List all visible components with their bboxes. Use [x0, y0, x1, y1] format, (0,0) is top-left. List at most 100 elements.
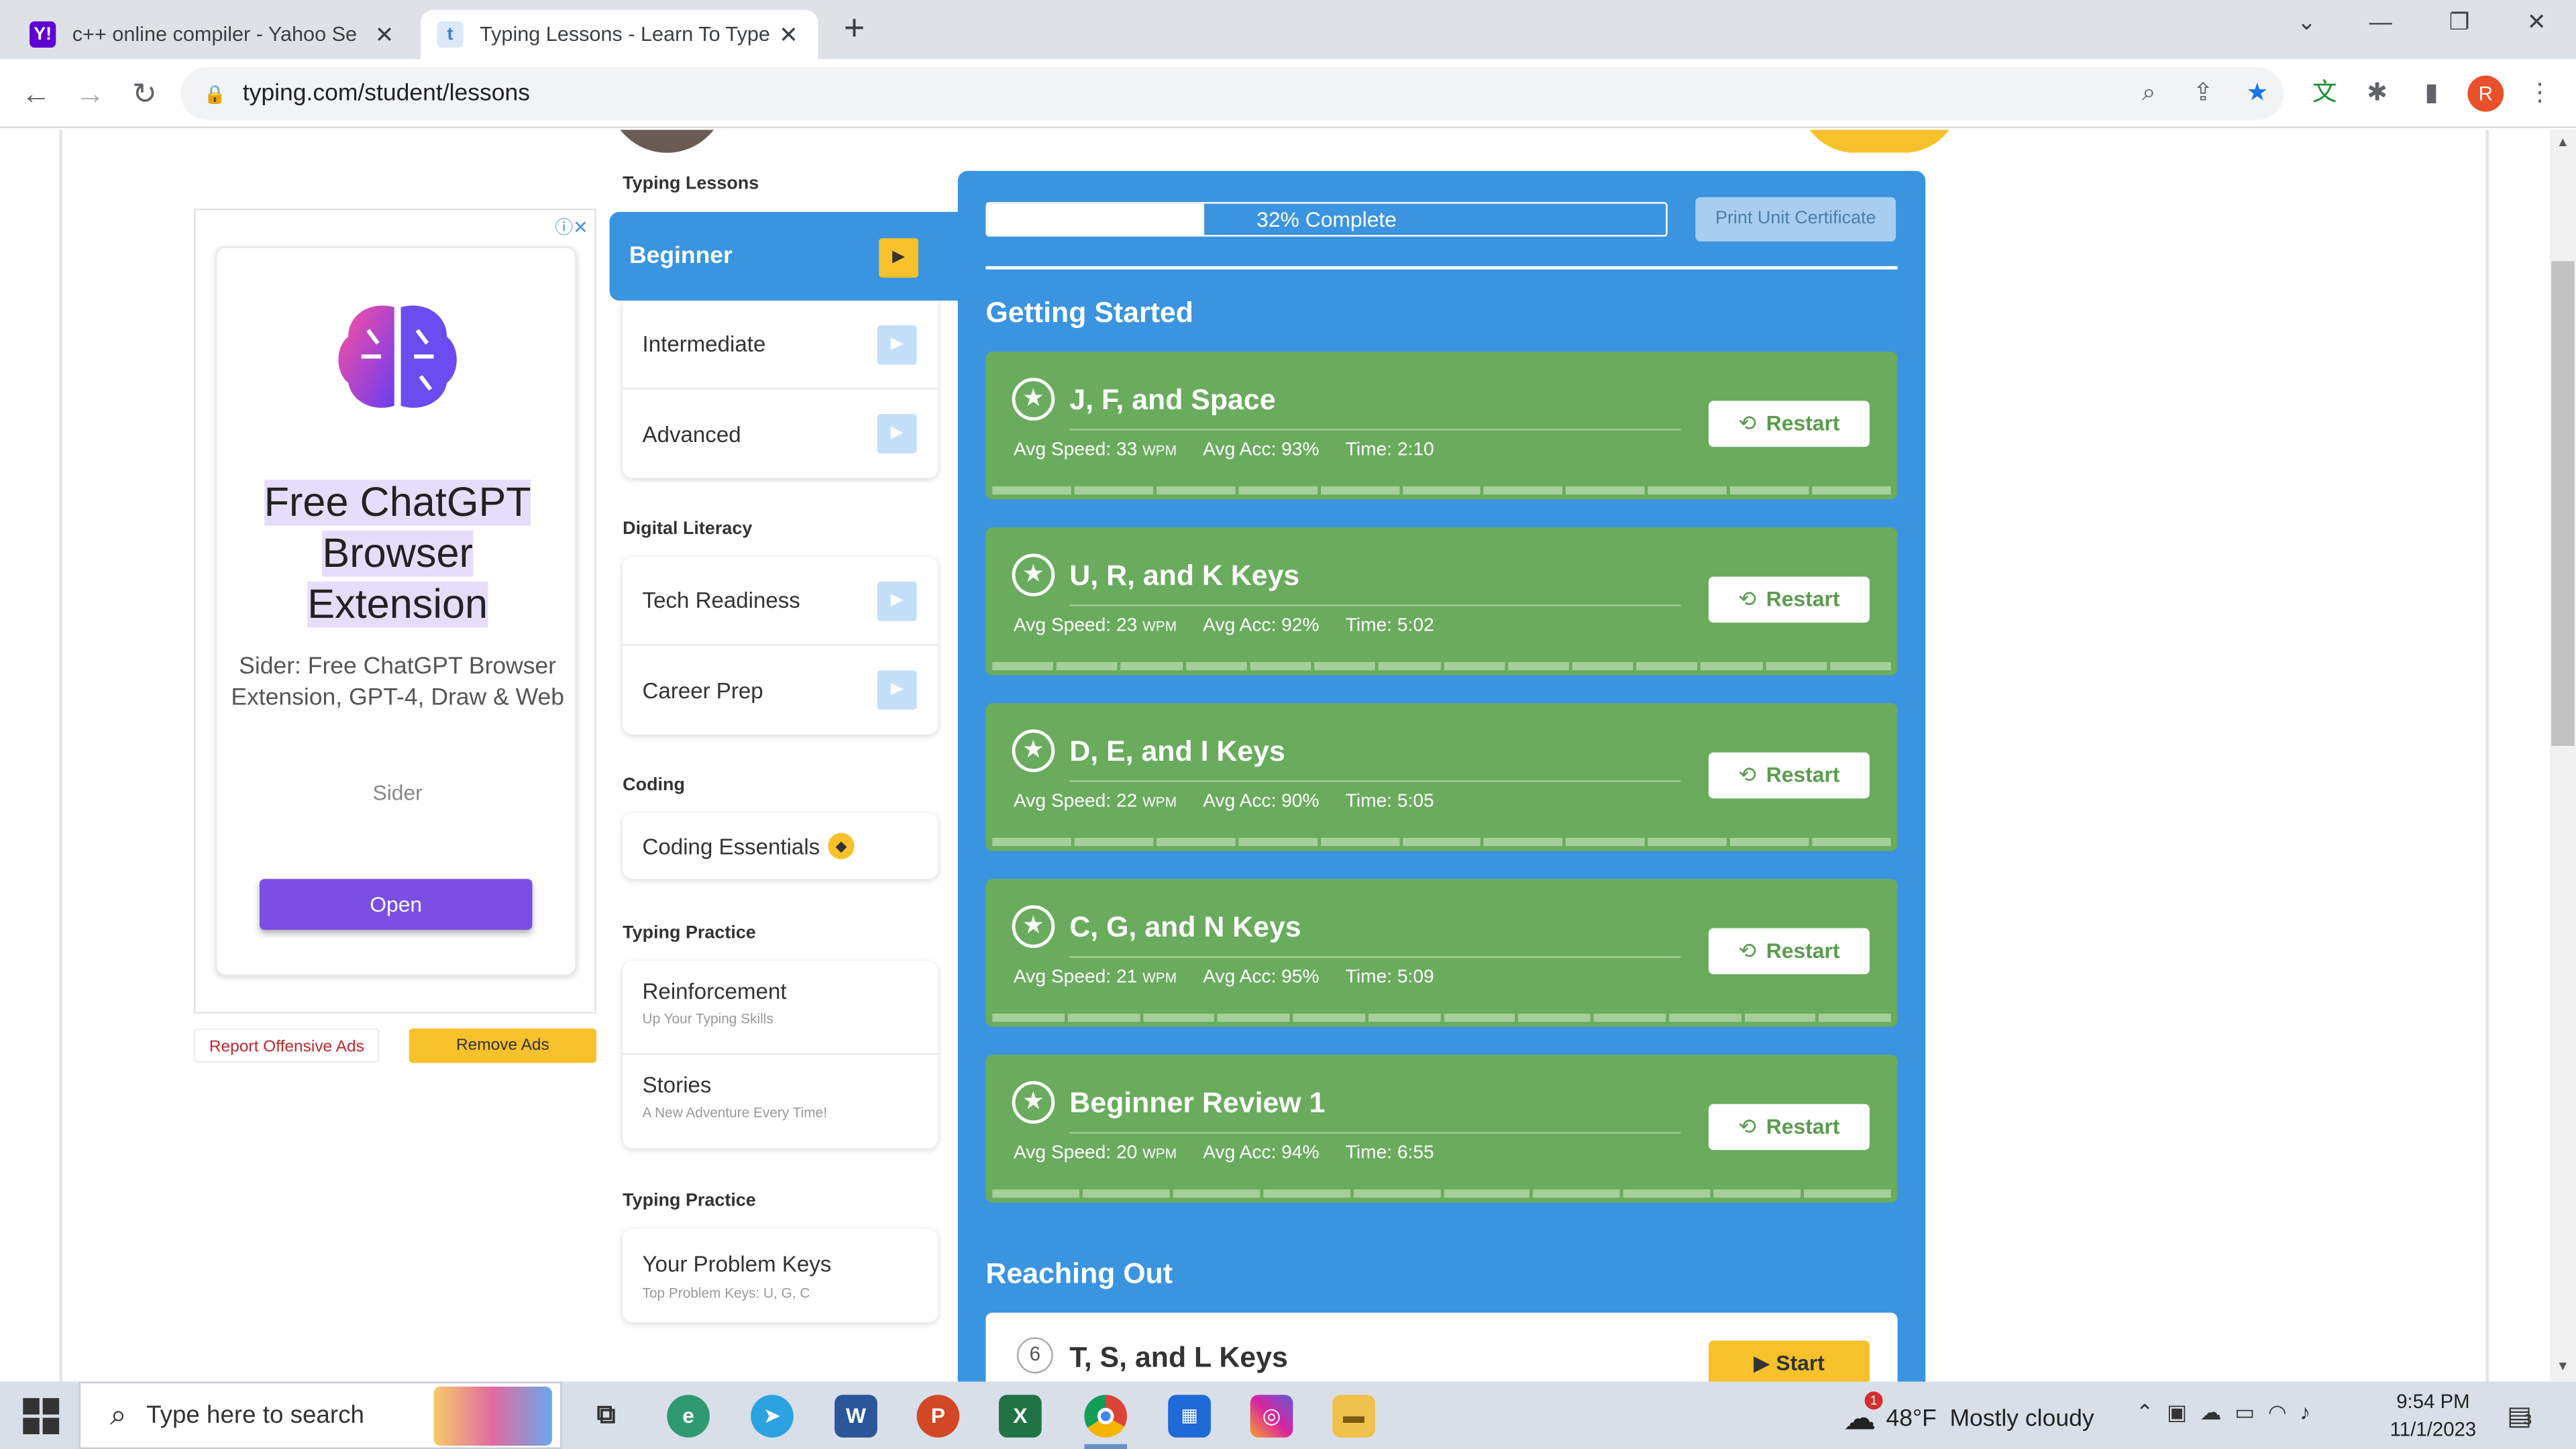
progress-segment [1082, 1189, 1170, 1198]
nav-item-beginner[interactable]: Beginner ▶ [609, 211, 961, 301]
nav-item-career-prep[interactable]: Career Prep ▶ [623, 645, 938, 734]
restart-button[interactable]: ⟲ Restart [1708, 1104, 1870, 1150]
restart-button[interactable]: ⟲ Restart [1708, 928, 1870, 975]
translate-icon[interactable]: 文 [2306, 76, 2343, 112]
print-certificate-button[interactable]: Print Unit Certificate [1695, 197, 1896, 242]
nav-group-typing-lessons: Intermediate ▶ Advanced ▶ [623, 301, 938, 478]
instagram-icon[interactable]: ◎ [1250, 1395, 1293, 1438]
scrollbar-thumb[interactable] [2551, 261, 2575, 746]
share-icon[interactable]: ⇪ [2185, 76, 2221, 112]
onedrive-icon[interactable]: ☁ [2200, 1400, 2235, 1425]
remove-ads-button[interactable]: Remove Ads [409, 1028, 596, 1063]
forward-icon[interactable]: → [69, 72, 112, 115]
nav-group-problem-keys: Your Problem Keys Top Problem Keys: U, G… [623, 1228, 938, 1323]
extensions-icon[interactable]: ✱ [2359, 76, 2396, 112]
lesson-title: D, E, and I Keys [1069, 734, 1285, 767]
lesson-time: Time: 6:55 [1345, 1143, 1434, 1163]
lesson-card[interactable]: ★ U, R, and K Keys Avg Speed: 23 WPM Avg Ac… [985, 527, 1898, 676]
restart-button[interactable]: ⟲ Restart [1708, 400, 1870, 447]
restart-button[interactable]: ⟲ Restart [1708, 576, 1870, 623]
weather-desc: Mostly cloudy [1949, 1405, 2094, 1432]
ad-open-button[interactable]: Open [259, 879, 533, 930]
new-tab-button[interactable]: + [835, 9, 874, 50]
system-tray[interactable]: ⌃▣☁▭◠♪ [2136, 1400, 2324, 1426]
taskbar-search-box[interactable]: ⌕ Type here to search [78, 1381, 562, 1449]
section-heading-coding: Coding [623, 775, 685, 796]
progress-segment [1156, 837, 1235, 847]
volume-icon[interactable]: ♪ [2300, 1400, 2324, 1425]
taskbar-clock[interactable]: 9:54 PM 11/1/2023 [2375, 1388, 2490, 1444]
minimize-icon[interactable]: — [2359, 8, 2402, 44]
nav-item-reinforcement[interactable]: Reinforcement Up Your Typing Skills [623, 961, 938, 1055]
lesson-card[interactable]: ★ C, G, and N Keys Avg Speed: 21 WPM Avg Ac… [985, 879, 1898, 1027]
bookmark-star-icon[interactable]: ★ [2239, 76, 2275, 112]
nav-item-intermediate[interactable]: Intermediate ▶ [623, 301, 938, 390]
nav-item-coding-essentials[interactable]: Coding Essentials ◆ [623, 813, 938, 879]
close-tab-icon[interactable]: ✕ [371, 21, 397, 49]
weather-widget[interactable]: ☁ 1 48°F Mostly cloudy [1843, 1391, 2094, 1439]
notification-count: 3 [2523, 1411, 2532, 1428]
lesson-progress-segments [992, 661, 1891, 671]
nav-item-stories[interactable]: Stories A New Adventure Every Time! [623, 1055, 938, 1148]
lesson-card[interactable]: ★ D, E, and I Keys Avg Speed: 22 WPM Avg Ac… [985, 703, 1898, 851]
scroll-up-icon[interactable]: ▲ [2557, 135, 2569, 150]
nav-item-tech-readiness[interactable]: Tech Readiness ▶ [623, 557, 938, 646]
notification-icon[interactable]: ▤3 [2507, 1400, 2532, 1433]
nav-group-digital-literacy: Tech Readiness ▶ Career Prep ▶ [623, 557, 938, 735]
progress-label: 32% Complete [1256, 207, 1397, 232]
page-scrollbar[interactable]: ▲ ▼ [2549, 129, 2576, 1382]
advertisement: ⓘ✕ Free ChatGPT Browser Extension Sider:… [193, 209, 596, 1014]
typing-favicon-icon: t [437, 21, 464, 48]
ad-card[interactable]: Free ChatGPT Browser Extension Sider: Fr… [215, 246, 577, 976]
nav-label: Career Prep [642, 678, 763, 702]
close-tab-icon[interactable]: ✕ [775, 21, 802, 49]
progress-segment [1379, 661, 1440, 671]
excel-icon[interactable]: X [998, 1395, 1042, 1438]
nav-sublabel: Top Problem Keys: U, G, C [642, 1285, 810, 1301]
chrome-icon[interactable] [1084, 1395, 1128, 1438]
progress-segment [1218, 1014, 1290, 1022]
file-explorer-icon[interactable]: ▬ [1332, 1395, 1375, 1438]
close-window-icon[interactable]: ✕ [2515, 8, 2558, 44]
progress-segment [1812, 837, 1891, 847]
profile-avatar[interactable]: R [2467, 75, 2504, 112]
wifi-icon[interactable]: ◠ [2268, 1400, 2300, 1425]
address-bar[interactable]: 🔒 typing.com/student/lessons [180, 67, 2284, 120]
restore-icon[interactable]: ❐ [2438, 8, 2481, 44]
windows-start-icon[interactable] [23, 1398, 60, 1434]
chevron-up-icon[interactable]: ⌃ [2136, 1400, 2167, 1425]
nav-item-problem-keys[interactable]: Your Problem Keys Top Problem Keys: U, G… [623, 1229, 938, 1323]
start-label: Start [1776, 1350, 1825, 1375]
lesson-card[interactable]: ★ Beginner Review 1 Avg Speed: 20 WPM Avg A… [985, 1055, 1898, 1203]
start-button[interactable]: ▶ Start [1708, 1340, 1870, 1382]
unit-title: Reaching Out [985, 1256, 1173, 1290]
nav-item-advanced[interactable]: Advanced ▶ [623, 389, 938, 478]
telegram-icon[interactable]: ➤ [751, 1395, 794, 1438]
zoom-icon[interactable]: ⌕ [2131, 76, 2167, 112]
powerpoint-icon[interactable]: P [916, 1395, 960, 1438]
task-view-icon[interactable]: ⧉ [585, 1395, 628, 1438]
restart-icon: ⟲ [1738, 938, 1757, 963]
meet-icon[interactable]: ▣ [2167, 1400, 2200, 1425]
scroll-down-icon[interactable]: ▼ [2557, 1358, 2569, 1373]
edge-icon[interactable]: e [667, 1395, 710, 1438]
battery-icon[interactable]: ▭ [2235, 1400, 2268, 1425]
restart-button[interactable]: ⟲ Restart [1708, 752, 1870, 799]
ad-subtitle: Sider: Free ChatGPT Browser Extension, G… [231, 653, 565, 712]
menu-icon[interactable]: ⋮ [2522, 76, 2558, 112]
reload-icon[interactable]: ↻ [123, 72, 166, 115]
progress-segment [1701, 661, 1762, 671]
tab-typing-lessons[interactable]: t Typing Lessons - Learn To Type / ✕ [420, 9, 818, 60]
lesson-card[interactable]: 6 T, S, and L Keys ▶ Start [985, 1312, 1898, 1382]
tab-search-chevron-icon[interactable]: ⌄ [2286, 8, 2328, 44]
divider [1069, 1132, 1681, 1134]
avg-accuracy: Avg Acc: 93% [1203, 440, 1320, 460]
calendar-icon[interactable]: ▦ [1168, 1395, 1211, 1438]
back-icon[interactable]: ← [15, 72, 58, 115]
side-panel-icon[interactable]: ▮ [2414, 76, 2450, 112]
ad-info-icon[interactable]: ⓘ✕ [555, 213, 588, 239]
tab-yahoo[interactable]: Y! c++ online compiler - Yahoo Se ✕ [13, 10, 415, 59]
word-icon[interactable]: W [835, 1395, 877, 1438]
lesson-card[interactable]: ★ J, F, and Space Avg Speed: 33 WPM Avg Acc… [985, 352, 1898, 500]
report-ads-button[interactable]: Report Offensive Ads [193, 1028, 380, 1063]
